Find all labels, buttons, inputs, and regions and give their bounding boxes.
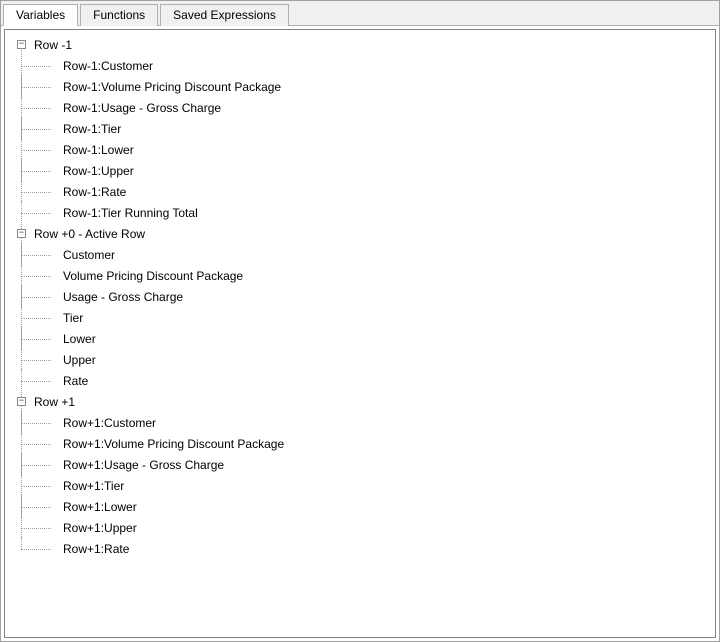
tab-variables[interactable]: Variables (3, 4, 78, 26)
tree-branch-icon (7, 370, 61, 391)
tree-item-label[interactable]: Usage - Gross Charge (61, 289, 185, 305)
tab-bar: Variables Functions Saved Expressions (1, 1, 719, 26)
tree-branch-icon (7, 181, 61, 202)
tree-item-label[interactable]: Volume Pricing Discount Package (61, 268, 245, 284)
tree-branch-icon (7, 307, 61, 328)
tree-item[interactable]: Row+1:Upper (7, 517, 713, 538)
tree-branch-icon (7, 244, 61, 265)
tree-item[interactable]: Usage - Gross Charge (7, 286, 713, 307)
tree-branch-icon (7, 328, 61, 349)
tree-item[interactable]: Row+1:Usage - Gross Charge (7, 454, 713, 475)
tree-item[interactable]: Row-1:Tier Running Total (7, 202, 713, 223)
tree-branch-icon (7, 286, 61, 307)
tree-branch-icon (7, 76, 61, 97)
tree-branch-icon (7, 55, 61, 76)
tree-branch-icon (7, 496, 61, 517)
tree-group[interactable]: −Row +1 (7, 391, 713, 412)
tree-branch-icon (7, 139, 61, 160)
tree-item[interactable]: Row+1:Customer (7, 412, 713, 433)
tab-functions[interactable]: Functions (80, 4, 158, 26)
tree-item-label[interactable]: Row-1:Rate (61, 184, 128, 200)
tree-item[interactable]: Row-1:Tier (7, 118, 713, 139)
tree-item-label[interactable]: Lower (61, 331, 98, 347)
tree-group-label[interactable]: Row -1 (32, 37, 74, 53)
minus-icon[interactable]: − (17, 40, 26, 49)
tree-item[interactable]: Customer (7, 244, 713, 265)
tree-branch-icon (7, 475, 61, 496)
tree-item-label[interactable]: Row+1:Lower (61, 499, 139, 515)
tree-group-label[interactable]: Row +1 (32, 394, 77, 410)
tree-branch-icon (7, 517, 61, 538)
tree-branch-icon (7, 265, 61, 286)
tree-item[interactable]: Row-1:Customer (7, 55, 713, 76)
tree-item-label[interactable]: Row+1:Usage - Gross Charge (61, 457, 226, 473)
tree-branch-icon (7, 349, 61, 370)
tree-root: −Row -1Row-1:CustomerRow-1:Volume Pricin… (7, 34, 713, 559)
tree-item-label[interactable]: Rate (61, 373, 90, 389)
tree-item[interactable]: Row-1:Rate (7, 181, 713, 202)
tree-item[interactable]: Row+1:Rate (7, 538, 713, 559)
tree-item-label[interactable]: Row+1:Customer (61, 415, 158, 431)
tree-branch-icon (7, 538, 61, 559)
tab-saved-expressions[interactable]: Saved Expressions (160, 4, 289, 26)
tree-item-label[interactable]: Tier (61, 310, 85, 326)
tree-item-label[interactable]: Row-1:Tier Running Total (61, 205, 200, 221)
tree-group[interactable]: −Row -1 (7, 34, 713, 55)
minus-icon[interactable]: − (17, 229, 26, 238)
tree-item-label[interactable]: Row-1:Volume Pricing Discount Package (61, 79, 283, 95)
tree-view[interactable]: −Row -1Row-1:CustomerRow-1:Volume Pricin… (4, 29, 716, 638)
tree-item-label[interactable]: Row-1:Usage - Gross Charge (61, 100, 223, 116)
tree-item[interactable]: Tier (7, 307, 713, 328)
tree-item-label[interactable]: Row+1:Tier (61, 478, 126, 494)
tree-item-label[interactable]: Row-1:Upper (61, 163, 136, 179)
tree-branch-icon (7, 202, 61, 223)
tree-branch-icon (7, 454, 61, 475)
tree-item-label[interactable]: Row-1:Customer (61, 58, 155, 74)
tree-item[interactable]: Lower (7, 328, 713, 349)
tree-branch-icon (7, 118, 61, 139)
tree-item[interactable]: Row-1:Lower (7, 139, 713, 160)
tree-group-label[interactable]: Row +0 - Active Row (32, 226, 147, 242)
tree-item[interactable]: Upper (7, 349, 713, 370)
tree-branch-icon (7, 160, 61, 181)
tree-item[interactable]: Row+1:Tier (7, 475, 713, 496)
tree-item-label[interactable]: Row+1:Volume Pricing Discount Package (61, 436, 286, 452)
tree-item[interactable]: Row-1:Volume Pricing Discount Package (7, 76, 713, 97)
tree-item-label[interactable]: Customer (61, 247, 117, 263)
tree-item[interactable]: Row-1:Upper (7, 160, 713, 181)
tree-item[interactable]: Row+1:Lower (7, 496, 713, 517)
tree-item[interactable]: Volume Pricing Discount Package (7, 265, 713, 286)
tree-branch-icon (7, 412, 61, 433)
minus-icon[interactable]: − (17, 397, 26, 406)
tree-item[interactable]: Row+1:Volume Pricing Discount Package (7, 433, 713, 454)
tree-branch-icon (7, 97, 61, 118)
tree-item-label[interactable]: Row+1:Upper (61, 520, 139, 536)
tree-branch-icon (7, 433, 61, 454)
tree-item-label[interactable]: Row-1:Lower (61, 142, 136, 158)
tree-item-label[interactable]: Row-1:Tier (61, 121, 123, 137)
tree-item[interactable]: Rate (7, 370, 713, 391)
tree-item-label[interactable]: Upper (61, 352, 98, 368)
tree-group[interactable]: −Row +0 - Active Row (7, 223, 713, 244)
tree-item[interactable]: Row-1:Usage - Gross Charge (7, 97, 713, 118)
tree-item-label[interactable]: Row+1:Rate (61, 541, 131, 557)
